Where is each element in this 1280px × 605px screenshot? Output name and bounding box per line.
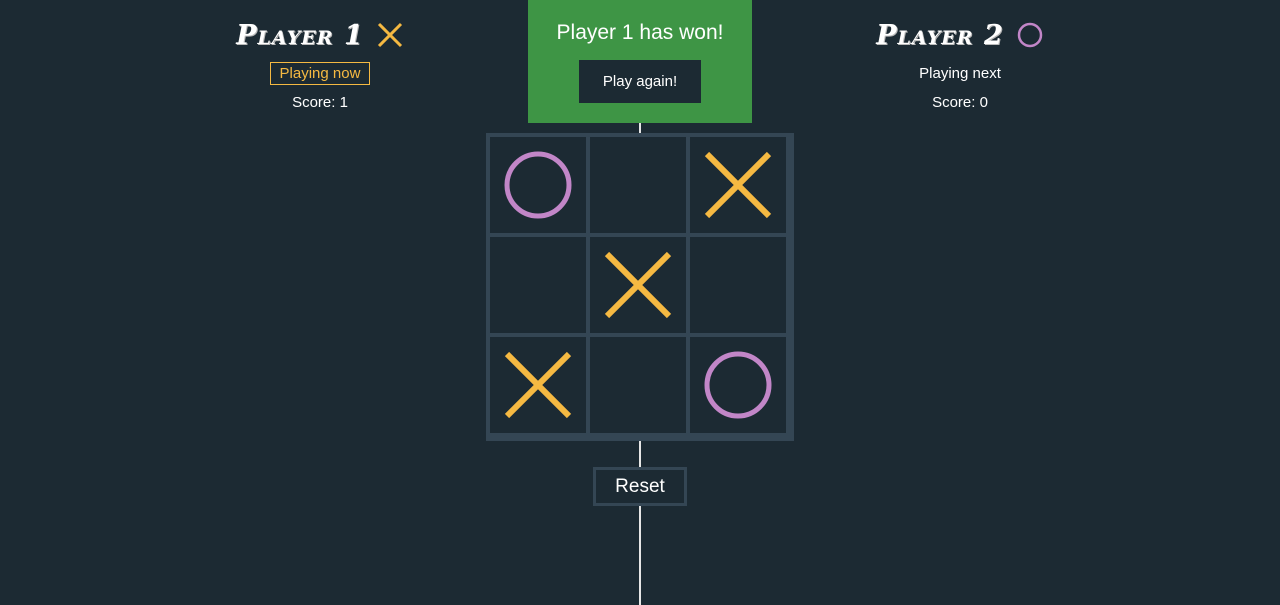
board-cell-9[interactable] — [690, 337, 786, 433]
player-2-status: Playing next — [919, 65, 1001, 82]
board-cell-1[interactable] — [490, 137, 586, 233]
o-icon — [1016, 21, 1044, 49]
x-mark — [504, 351, 572, 419]
win-banner: Player 1 has won! Play again! — [528, 0, 752, 123]
game-board — [486, 133, 794, 441]
o-mark — [504, 151, 572, 219]
win-message: Player 1 has won! — [556, 21, 724, 44]
x-mark — [704, 151, 772, 219]
player-1-name: Player 1 — [236, 19, 364, 51]
board-cell-2[interactable] — [590, 137, 686, 233]
board-cell-5[interactable] — [590, 237, 686, 333]
board-cell-6[interactable] — [690, 237, 786, 333]
x-mark — [604, 251, 672, 319]
player-1-status: Playing now — [269, 62, 371, 85]
reset-button[interactable]: Reset — [593, 467, 687, 506]
play-again-button[interactable]: Play again! — [579, 60, 701, 103]
player-2-header: Player 2 — [830, 18, 1090, 52]
player-1-panel: Player 1 Playing now Score: 1 — [190, 18, 450, 111]
player-2-panel: Player 2 Playing next Score: 0 — [830, 18, 1090, 111]
o-mark — [704, 351, 772, 419]
player-1-score: Score: 1 — [292, 94, 348, 111]
x-icon — [376, 21, 404, 49]
board-cell-3[interactable] — [690, 137, 786, 233]
player-2-name: Player 2 — [876, 19, 1004, 51]
board-cell-8[interactable] — [590, 337, 686, 433]
player-2-score: Score: 0 — [932, 94, 988, 111]
player-1-header: Player 1 — [190, 18, 450, 52]
board-cell-4[interactable] — [490, 237, 586, 333]
board-cell-7[interactable] — [490, 337, 586, 433]
